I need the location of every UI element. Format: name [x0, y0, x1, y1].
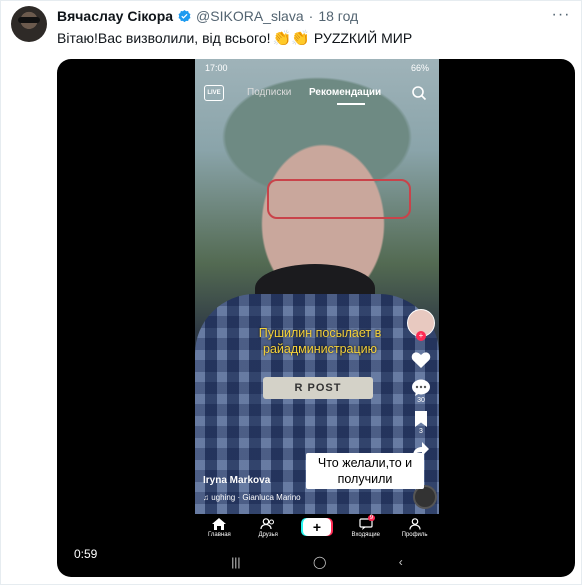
comment-action: 30	[406, 379, 436, 404]
tweet-text-main: Вітаю!Вас визволили, від всього!	[57, 30, 271, 46]
tiktok-action-rail: + 30 3	[406, 309, 436, 457]
coat-badge: R POST	[263, 377, 373, 399]
video-overlay-text: Что желали,то и получили	[306, 453, 424, 489]
video-music: ♫ ughing · Gianluca Marino	[203, 493, 301, 502]
recents-icon: |||	[231, 554, 241, 569]
tab-recommended: Рекомендации	[309, 87, 382, 98]
avatar[interactable]	[11, 6, 47, 42]
creator-avatar: +	[407, 309, 435, 341]
home-icon	[212, 518, 227, 530]
nav-create: +	[295, 518, 339, 536]
video-player[interactable]: R POST 17:00 66% LIVE Подписки Рекоменда…	[57, 59, 575, 577]
comment-icon	[412, 379, 430, 396]
heart-icon	[411, 352, 431, 368]
save-action: 3	[406, 410, 436, 435]
nav-friends: Друзья	[246, 518, 290, 538]
tweet-text-suffix: РУZZКИЙ МИР	[313, 30, 413, 46]
live-icon: LIVE	[204, 85, 224, 101]
video-frame: R POST	[195, 59, 439, 514]
tiktok-bottom-nav: Главная Друзья + 9 Входящие Профиль	[195, 514, 439, 546]
phone-screen-recording: R POST 17:00 66% LIVE Подписки Рекоменда…	[195, 59, 439, 577]
status-time: 17:00	[205, 63, 228, 73]
back-icon: ‹	[398, 554, 403, 569]
bookmark-icon	[415, 411, 427, 427]
tiktok-top-nav: LIVE Подписки Рекомендации	[195, 85, 439, 105]
comments-count: 30	[417, 397, 425, 404]
video-author: Iryna Markova	[203, 475, 271, 486]
create-plus-icon: +	[302, 518, 331, 536]
clapping-hands-icon: 👏👏	[272, 30, 310, 47]
tweet-text: Вітаю!Вас визволили, від всього! 👏👏 РУZZ…	[57, 29, 412, 47]
tweet-header: Вячаслау Сікора @SIKORA_slava · 18 год	[57, 7, 358, 25]
like-action	[406, 351, 436, 369]
verified-icon	[178, 9, 191, 22]
status-battery: 66%	[410, 63, 429, 73]
friends-icon	[260, 518, 275, 530]
phone-status-bar: 17:00 66%	[205, 63, 429, 73]
saves-count: 3	[419, 428, 423, 435]
search-icon	[412, 86, 427, 101]
more-options-icon[interactable]: ···	[551, 5, 571, 25]
video-caption: Пушилин посылает в райадминистрацию	[258, 326, 382, 356]
tab-following: Подписки	[247, 87, 292, 98]
separator-dot: ·	[308, 8, 314, 24]
nav-profile: Профиль	[393, 518, 437, 538]
author-name[interactable]: Вячаслау Сікора	[57, 8, 173, 24]
home-circle-icon: ◯	[312, 554, 327, 569]
inbox-badge: 9	[367, 515, 376, 521]
nav-home: Главная	[197, 518, 241, 538]
nav-inbox: 9 Входящие	[351, 515, 380, 538]
profile-icon	[408, 518, 421, 530]
tweet-card[interactable]: Вячаслау Сікора @SIKORA_slava · 18 год ·…	[0, 0, 582, 585]
follow-plus-icon: +	[416, 331, 426, 341]
author-handle[interactable]: @SIKORA_slava	[196, 8, 304, 24]
video-duration: 0:59	[74, 547, 98, 561]
android-nav-bar: ||| ◯ ‹	[195, 546, 439, 577]
tweet-time[interactable]: 18 год	[318, 8, 358, 24]
